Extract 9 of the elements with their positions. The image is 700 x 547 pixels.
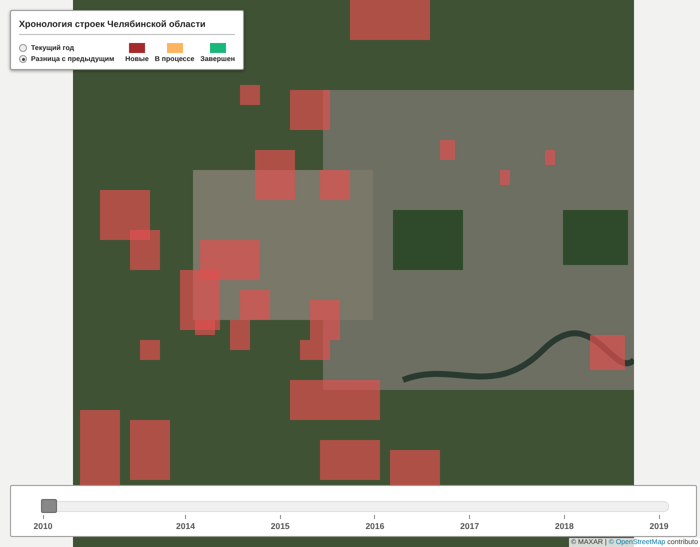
year-label: 2010	[33, 515, 53, 531]
year-label: 2016	[364, 515, 385, 531]
legend-title: Хронология строек Челябинской области	[19, 17, 235, 35]
year-label: 2019	[649, 515, 670, 531]
year-label: 2015	[270, 515, 290, 531]
year-label: 2018	[554, 515, 574, 531]
slider-handle[interactable]	[41, 499, 57, 513]
year-label: 2017	[460, 515, 480, 531]
year-label: 2014	[176, 515, 196, 531]
